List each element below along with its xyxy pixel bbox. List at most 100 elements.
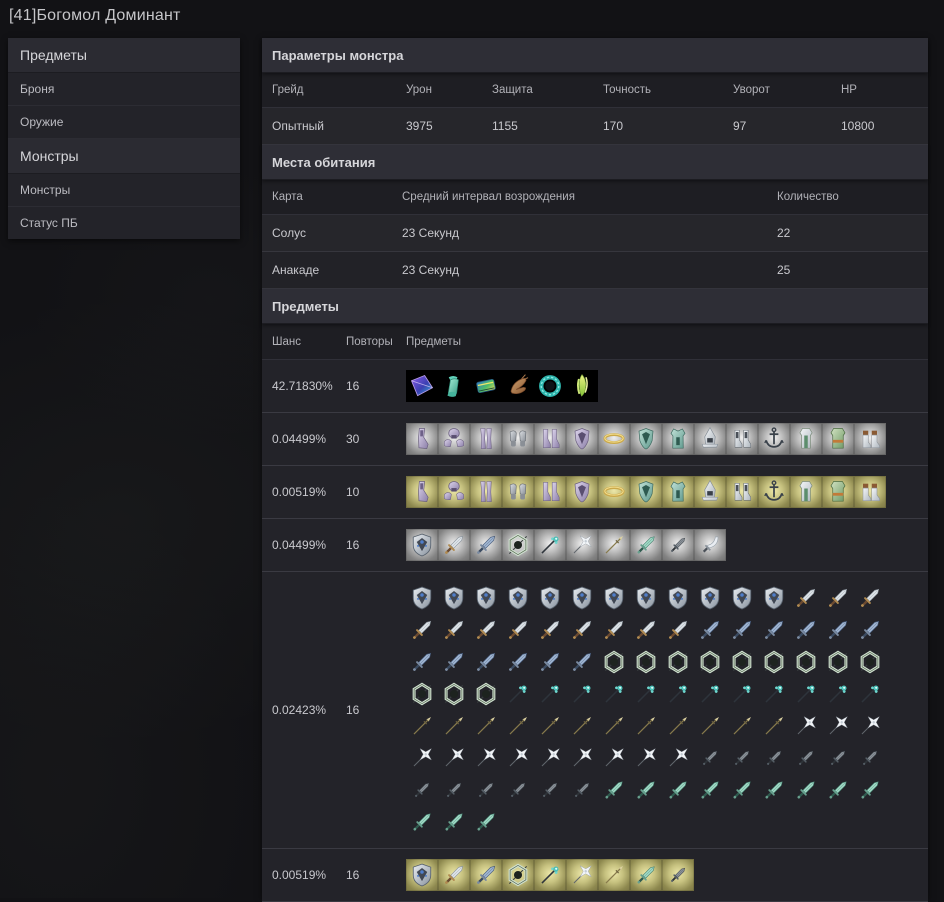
weapon-sword-icon[interactable] (662, 614, 694, 646)
weapon-sword-icon[interactable] (438, 529, 470, 561)
weapon-blue-sword-icon[interactable] (758, 614, 790, 646)
weapon-green-blade-icon[interactable] (630, 774, 662, 806)
weapon-curved-blade-icon[interactable] (694, 529, 726, 561)
weapon-blue-sword-icon[interactable] (566, 646, 598, 678)
weapon-javelin-icon[interactable] (438, 710, 470, 742)
weapon-star-icon[interactable] (662, 742, 694, 774)
armor-white-helm-icon[interactable] (694, 476, 726, 508)
weapon-green-blade-icon[interactable] (854, 774, 886, 806)
weapon-javelin-icon[interactable] (598, 529, 630, 561)
weapon-dagger-icon[interactable] (694, 742, 726, 774)
weapon-staff-icon[interactable] (534, 859, 566, 891)
weapon-star-icon[interactable] (822, 710, 854, 742)
weapon-blue-sword-icon[interactable] (470, 859, 502, 891)
armor-white-helm-icon[interactable] (694, 423, 726, 455)
weapon-star-icon[interactable] (566, 529, 598, 561)
weapon-blue-sword-icon[interactable] (694, 614, 726, 646)
armor-teal-tunic-icon[interactable] (662, 476, 694, 508)
weapon-staff-icon[interactable] (854, 678, 886, 710)
weapon-star-icon[interactable] (470, 742, 502, 774)
weapon-javelin-icon[interactable] (726, 710, 758, 742)
weapon-staff-icon[interactable] (630, 678, 662, 710)
weapon-blue-sword-icon[interactable] (534, 646, 566, 678)
weapon-dagger-icon[interactable] (662, 529, 694, 561)
armor-sash-icon[interactable] (598, 423, 630, 455)
weapon-blue-sword-icon[interactable] (854, 614, 886, 646)
weapon-sword-icon[interactable] (534, 614, 566, 646)
weapon-sword-icon[interactable] (822, 582, 854, 614)
weapon-hex-ring-icon[interactable] (790, 646, 822, 678)
weapon-hex-ring-icon[interactable] (470, 678, 502, 710)
misc-book-icon[interactable] (470, 370, 502, 402)
weapon-staff-icon[interactable] (694, 678, 726, 710)
armor-green-tunic-icon[interactable] (822, 476, 854, 508)
weapon-green-blade-icon[interactable] (598, 774, 630, 806)
weapon-javelin-icon[interactable] (534, 710, 566, 742)
weapon-star-icon[interactable] (790, 710, 822, 742)
weapon-star-icon[interactable] (534, 742, 566, 774)
armor-gauntlets-icon[interactable] (502, 423, 534, 455)
weapon-javelin-icon[interactable] (502, 710, 534, 742)
weapon-hex-ring-icon[interactable] (694, 646, 726, 678)
weapon-star-icon[interactable] (566, 742, 598, 774)
armor-gauntlets-icon[interactable] (502, 476, 534, 508)
weapon-green-blade-icon[interactable] (438, 806, 470, 838)
weapon-shield-icon[interactable] (534, 582, 566, 614)
weapon-shield-icon[interactable] (502, 582, 534, 614)
misc-ring-icon[interactable] (534, 370, 566, 402)
weapon-staff-icon[interactable] (502, 678, 534, 710)
weapon-shield-icon[interactable] (406, 859, 438, 891)
weapon-javelin-icon[interactable] (758, 710, 790, 742)
weapon-hex-ring-icon[interactable] (502, 859, 534, 891)
misc-scroll-icon[interactable] (438, 370, 470, 402)
weapon-blue-sword-icon[interactable] (822, 614, 854, 646)
armor-anchor-icon[interactable] (758, 423, 790, 455)
weapon-dagger-icon[interactable] (790, 742, 822, 774)
armor-legs-icon[interactable] (470, 423, 502, 455)
armor-white-boots-icon[interactable] (726, 476, 758, 508)
weapon-javelin-icon[interactable] (662, 710, 694, 742)
weapon-dagger-icon[interactable] (438, 774, 470, 806)
weapon-dagger-icon[interactable] (502, 774, 534, 806)
weapon-sword-icon[interactable] (790, 582, 822, 614)
weapon-javelin-icon[interactable] (566, 710, 598, 742)
weapon-dagger-icon[interactable] (470, 774, 502, 806)
weapon-sword-icon[interactable] (502, 614, 534, 646)
armor-greave-icon[interactable] (406, 423, 438, 455)
weapon-green-blade-icon[interactable] (726, 774, 758, 806)
sidebar-item-1-1[interactable]: Статус ПБ (8, 207, 240, 239)
weapon-green-blade-icon[interactable] (694, 774, 726, 806)
weapon-star-icon[interactable] (566, 859, 598, 891)
armor-white-boots-icon[interactable] (726, 423, 758, 455)
weapon-javelin-icon[interactable] (598, 859, 630, 891)
misc-gem-icon[interactable] (406, 370, 438, 402)
weapon-star-icon[interactable] (598, 742, 630, 774)
armor-teal-plate-icon[interactable] (630, 423, 662, 455)
weapon-blue-sword-icon[interactable] (726, 614, 758, 646)
sidebar-item-0-1[interactable]: Оружие (8, 106, 240, 139)
weapon-star-icon[interactable] (502, 742, 534, 774)
weapon-green-blade-icon[interactable] (470, 806, 502, 838)
armor-boots-icon[interactable] (534, 476, 566, 508)
weapon-sword-icon[interactable] (566, 614, 598, 646)
weapon-star-icon[interactable] (854, 710, 886, 742)
armor-plate-icon[interactable] (566, 423, 598, 455)
weapon-dagger-icon[interactable] (566, 774, 598, 806)
weapon-shield-icon[interactable] (566, 582, 598, 614)
weapon-sword-icon[interactable] (470, 614, 502, 646)
weapon-staff-icon[interactable] (566, 678, 598, 710)
weapon-blue-sword-icon[interactable] (470, 646, 502, 678)
weapon-dagger-icon[interactable] (662, 859, 694, 891)
weapon-shield-icon[interactable] (662, 582, 694, 614)
weapon-staff-icon[interactable] (822, 678, 854, 710)
weapon-shield-icon[interactable] (630, 582, 662, 614)
weapon-shield-icon[interactable] (470, 582, 502, 614)
weapon-staff-icon[interactable] (662, 678, 694, 710)
weapon-hex-ring-icon[interactable] (662, 646, 694, 678)
weapon-shield-icon[interactable] (406, 529, 438, 561)
armor-greave-icon[interactable] (406, 476, 438, 508)
weapon-javelin-icon[interactable] (598, 710, 630, 742)
sidebar-item-0-0[interactable]: Броня (8, 73, 240, 106)
weapon-javelin-icon[interactable] (470, 710, 502, 742)
weapon-javelin-icon[interactable] (630, 710, 662, 742)
